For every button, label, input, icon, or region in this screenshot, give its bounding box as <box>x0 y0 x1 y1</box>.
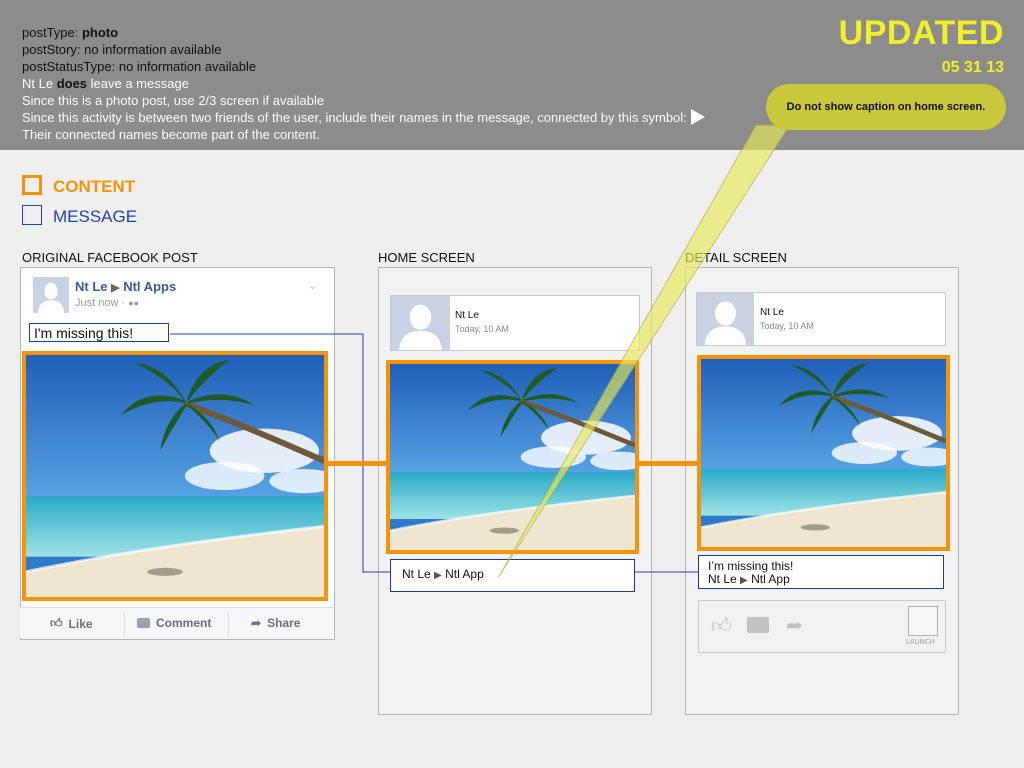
content-connector-detail <box>635 461 697 466</box>
content-connectors <box>326 461 697 466</box>
caption-callout: Do not show caption on home screen. <box>766 84 1006 130</box>
content-connector-home <box>326 461 386 466</box>
message-connector-home <box>170 333 390 573</box>
callout-pointer <box>497 124 791 579</box>
